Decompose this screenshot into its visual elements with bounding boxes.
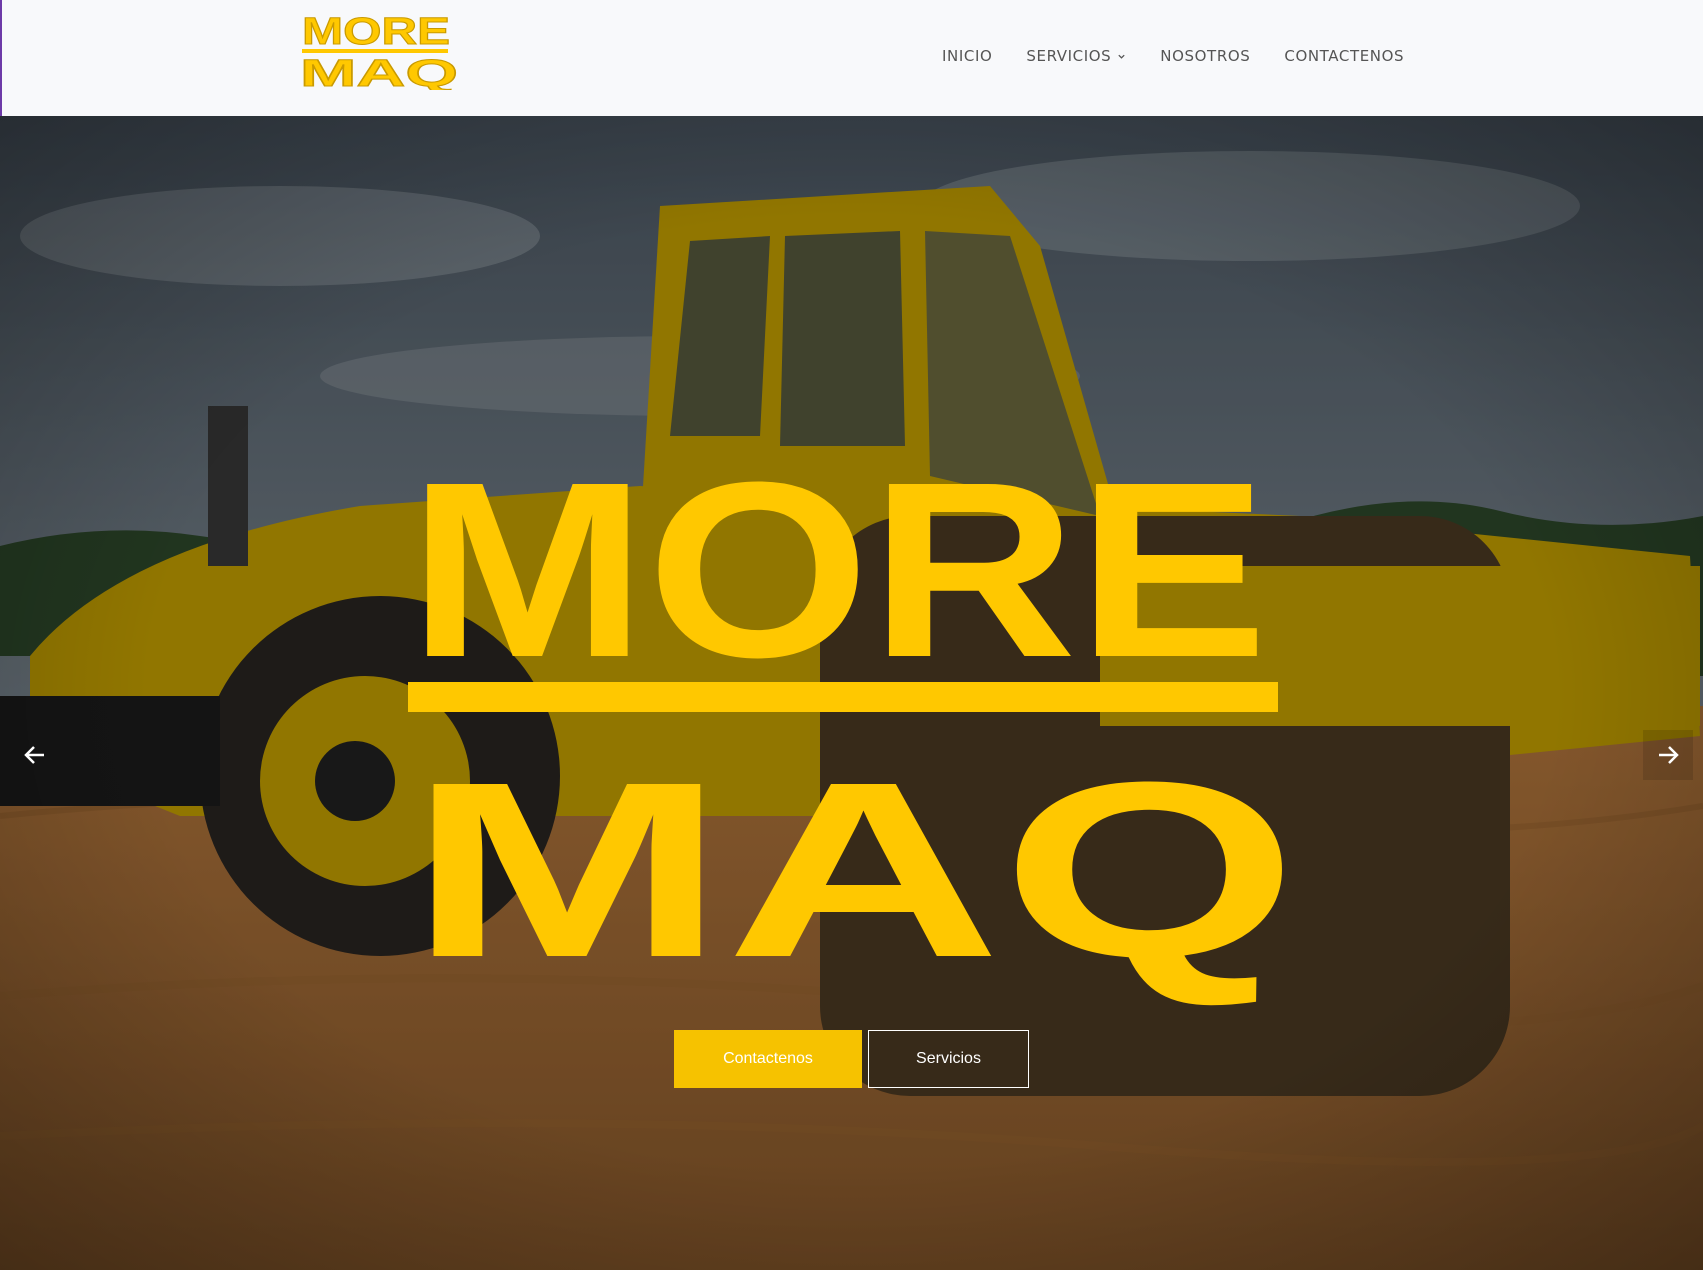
main-nav: INICIO SERVICIOS NOSOTROS CONTACTENOS xyxy=(942,47,1404,65)
chevron-down-icon xyxy=(1118,54,1125,59)
arrow-left-icon xyxy=(24,746,44,764)
logo-line2-text: MAQ xyxy=(300,53,458,90)
nav-item-label: NOSOTROS xyxy=(1160,47,1251,65)
hero-logo-divider xyxy=(408,682,1278,712)
hero-brand-logo: MORE MAQ xyxy=(408,446,1298,1006)
slider-prev-button[interactable] xyxy=(10,730,60,780)
brand-logo[interactable]: MORE MAQ xyxy=(300,8,460,91)
nav-item-label: CONTACTENOS xyxy=(1284,47,1405,65)
nav-item-label: INICIO xyxy=(942,47,993,65)
nav-item-contactenos[interactable]: CONTACTENOS xyxy=(1284,47,1404,65)
logo-line1-text: MORE xyxy=(302,11,450,53)
contactenos-button-label: Contactenos xyxy=(723,1050,813,1067)
slider-next-button[interactable] xyxy=(1643,730,1693,780)
hero-logo-line1: MORE xyxy=(408,446,1268,709)
servicios-button-label: Servicios xyxy=(916,1050,981,1067)
nav-item-servicios[interactable]: SERVICIOS xyxy=(1026,47,1126,65)
arrow-right-icon xyxy=(1659,746,1679,764)
nav-item-label: SERVICIOS xyxy=(1026,47,1112,65)
nav-item-nosotros[interactable]: NOSOTROS xyxy=(1160,47,1250,65)
site-header: MORE MAQ INICIO SERVICIOS NOSOTROS CONTA… xyxy=(0,0,1703,116)
contactenos-button[interactable]: Contactenos xyxy=(674,1030,862,1088)
hero-slider: MORE MAQ Contactenos Servicios xyxy=(0,116,1703,1270)
servicios-button[interactable]: Servicios xyxy=(868,1030,1029,1088)
hero-logo-line2: MAQ xyxy=(408,730,1298,1006)
nav-item-inicio[interactable]: INICIO xyxy=(942,47,992,65)
